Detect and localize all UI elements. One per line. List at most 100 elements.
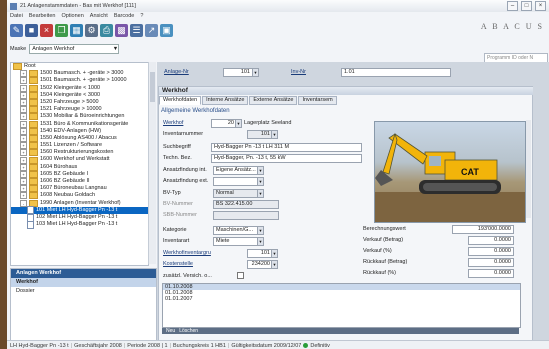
delete-entry-button[interactable]: Löschen xyxy=(179,328,198,334)
tree-node[interactable]: +1600 Werkhof und Werkstatt xyxy=(11,156,148,164)
tree-node[interactable]: Root xyxy=(11,63,148,71)
ansatzfindung-ext-field[interactable] xyxy=(213,177,259,186)
tab-externe-ansaetze[interactable]: Externe Ansätze xyxy=(249,96,298,105)
tree-node[interactable]: +1551 Lizenzen / Software xyxy=(11,142,148,150)
chart-icon[interactable]: ▩ xyxy=(115,23,128,37)
tree-node[interactable]: +1550 Ablösung AS400 / Abacus xyxy=(11,135,148,142)
nav-header[interactable]: Anlagen Werkhof xyxy=(11,269,156,278)
tree-node[interactable]: +1560 Restrukturierungskosten xyxy=(11,149,148,157)
expand-icon[interactable]: + xyxy=(20,120,27,128)
expand-icon[interactable]: + xyxy=(20,99,27,107)
sbb-nummer-field[interactable] xyxy=(213,211,279,220)
tree-node[interactable]: +1504 Kleingeräte < 3000 xyxy=(11,92,148,99)
inventarnummer-field[interactable]: 101 xyxy=(247,130,273,139)
verkauf-betrag-field[interactable]: 0.0000 xyxy=(468,236,514,245)
export-icon[interactable]: ↗ xyxy=(145,23,158,37)
tree-scrollbar[interactable] xyxy=(148,62,156,264)
tree-node[interactable]: +1530 Mobiliar & Büroeinrichtungen xyxy=(11,113,148,121)
rueckkauf-pct-field[interactable]: 0.0000 xyxy=(468,269,514,278)
new-entry-button[interactable]: Neu xyxy=(166,328,175,334)
settings-icon[interactable]: ⚙ xyxy=(85,23,98,37)
mask-dropdown[interactable]: Anlagen Werkhof ▼ xyxy=(29,44,120,54)
expand-icon[interactable]: + xyxy=(20,127,27,135)
tree-node[interactable]: +1501 Baumasch. + -geräte > 10000 xyxy=(11,77,148,85)
inventarnummer-dropdown[interactable]: ▼ xyxy=(271,130,278,139)
bv-nummer-field[interactable]: BS 322.415.00 xyxy=(213,200,279,209)
expand-icon[interactable]: + xyxy=(20,163,27,171)
anlage-nr-dropdown[interactable]: ▼ xyxy=(252,68,259,77)
menu-datei[interactable]: Datei xyxy=(10,13,23,19)
inv-nr-field[interactable]: 1.01 xyxy=(341,68,451,77)
ansatzfindung-int-dropdown[interactable]: ▼ xyxy=(257,166,264,175)
expand-icon[interactable]: + xyxy=(20,77,27,85)
expand-icon[interactable]: + xyxy=(20,178,27,186)
expand-icon[interactable]: + xyxy=(20,185,27,193)
expand-icon[interactable]: + xyxy=(20,142,27,150)
tab-interne-ansaetze[interactable]: Interne Ansätze xyxy=(202,96,249,105)
menu-bearbeiten[interactable]: Bearbeiten xyxy=(29,13,56,19)
menu-ansicht[interactable]: Ansicht xyxy=(90,13,108,19)
tree-node[interactable]: +1540 EDV-Anlagen (HW) xyxy=(11,128,148,135)
kategorie-dropdown[interactable]: ▼ xyxy=(257,226,264,235)
close-button[interactable]: × xyxy=(535,1,546,11)
barcode-icon[interactable]: ☰ xyxy=(130,23,143,37)
werkhofinventargruppe-dropdown[interactable]: ▼ xyxy=(271,249,278,258)
tree-node[interactable]: 103 Miet LH Hyd-Bagger Pn -13 t xyxy=(11,220,148,229)
expand-icon[interactable]: + xyxy=(20,134,27,142)
techn-bez-field[interactable]: Hyd-Bagger, Pn. -13 t, 55 kW xyxy=(211,154,362,163)
menu-optionen[interactable]: Optionen xyxy=(61,13,83,19)
maximize-button[interactable]: □ xyxy=(521,1,532,11)
image-icon[interactable]: ▣ xyxy=(160,23,173,37)
minimize-button[interactable]: – xyxy=(507,1,518,11)
menu-help[interactable]: ? xyxy=(140,13,143,19)
menu-barcode[interactable]: Barcode xyxy=(114,13,135,19)
tab-inventarsem[interactable]: Inventarsem xyxy=(298,96,337,105)
rueckkauf-betrag-field[interactable]: 0.0000 xyxy=(468,258,514,267)
nav-item-dossier[interactable]: Dossier xyxy=(11,287,156,296)
tree-node[interactable]: +1607 Büroneubau Langnau xyxy=(11,185,148,193)
expand-icon[interactable]: + xyxy=(20,91,27,99)
copy-icon[interactable]: ❐ xyxy=(55,23,68,37)
tree-node[interactable]: +1604 Bürohaus xyxy=(11,164,148,171)
tab-werkhofdaten[interactable]: Werkhofdaten xyxy=(159,96,202,105)
tree-node[interactable]: +1521 Fahrzeuge > 10000 xyxy=(11,106,148,114)
werkhof-dropdown[interactable]: ▼ xyxy=(235,119,242,128)
ansatzfindung-int-field[interactable]: Eigene Ansätz... xyxy=(213,166,259,175)
verkauf-pct-field[interactable]: 0.0000 xyxy=(468,247,514,256)
kostenstelle-dropdown[interactable]: ▼ xyxy=(271,260,278,269)
expand-icon[interactable]: + xyxy=(20,192,27,200)
expand-icon[interactable]: + xyxy=(20,106,27,114)
asset-tree[interactable]: Root +1500 Baumasch. + -geräte > 3000 +150… xyxy=(10,62,149,266)
save-icon[interactable]: ■ xyxy=(25,23,38,37)
anlage-nr-field[interactable]: 101 xyxy=(223,68,253,77)
new-icon[interactable]: ✎ xyxy=(10,23,23,37)
grid-icon[interactable]: ▦ xyxy=(70,23,83,37)
date-list[interactable]: 01.10.2008 01.01.2008 01.01.2007 xyxy=(162,283,521,328)
list-item[interactable]: 01.01.2007 xyxy=(163,296,520,302)
tree-node[interactable]: +1608 Neubau Goldach xyxy=(11,192,148,200)
werkhofinventargruppe-field[interactable]: 101 xyxy=(247,249,273,258)
expand-icon[interactable]: + xyxy=(20,70,27,78)
expand-icon[interactable]: + xyxy=(20,170,27,178)
inventarart-field[interactable]: Miete xyxy=(213,237,259,246)
nav-item-werkhof[interactable]: Werkhof xyxy=(11,278,156,287)
zusaetzl-versicherung-checkbox[interactable] xyxy=(237,272,244,279)
expand-icon[interactable]: + xyxy=(20,84,27,92)
bv-typ-field[interactable]: Normal xyxy=(213,189,259,198)
expand-icon[interactable]: + xyxy=(20,149,27,157)
inventarart-dropdown[interactable]: ▼ xyxy=(257,237,264,246)
tree-node[interactable]: +1606 BZ Gebäude II xyxy=(11,178,148,186)
ansatzfindung-ext-dropdown[interactable]: ▼ xyxy=(257,177,264,186)
print-icon[interactable]: ⎙ xyxy=(100,23,113,37)
bv-typ-dropdown[interactable]: ▼ xyxy=(257,189,264,198)
expand-icon[interactable]: + xyxy=(20,156,27,164)
delete-icon[interactable]: × xyxy=(40,23,53,37)
photo-scrollbar[interactable] xyxy=(526,120,531,218)
tree-node[interactable]: +1500 Baumasch. + -geräte > 3000 xyxy=(11,70,148,78)
tree-node[interactable]: +1520 Fahrzeuge > 5000 xyxy=(11,99,148,107)
suchbegriff-field[interactable]: Hyd-Bagger Pn -13 t LH 311 M xyxy=(211,143,362,152)
expand-icon[interactable]: + xyxy=(20,113,27,121)
tree-node[interactable]: +1502 Kleingeräte < 1000 xyxy=(11,85,148,92)
collapse-icon[interactable]: - xyxy=(20,199,27,207)
kategorie-field[interactable]: Maschinen/G... xyxy=(213,226,259,235)
